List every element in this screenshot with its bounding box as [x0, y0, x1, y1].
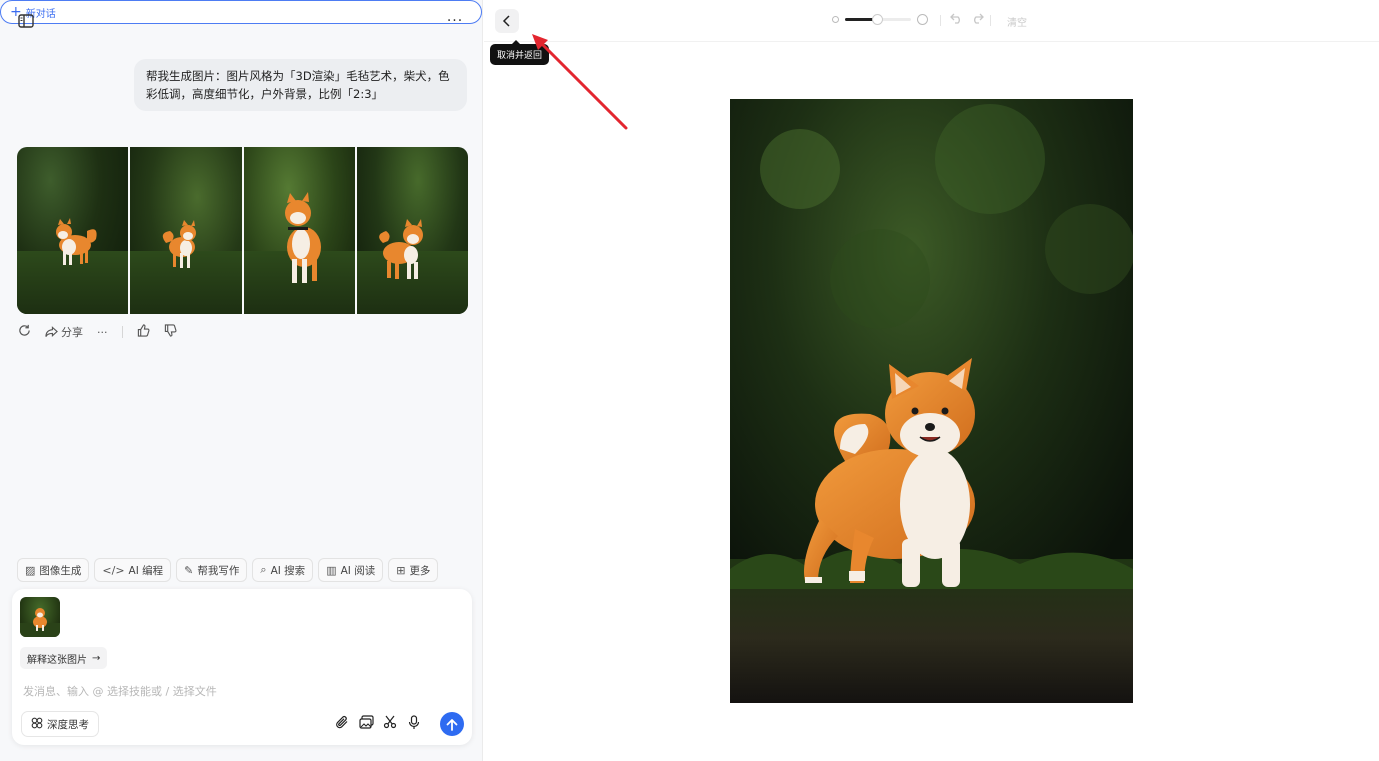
chip-more[interactable]: ⊞ 更多: [388, 558, 439, 582]
thumbs-down-icon[interactable]: [164, 324, 177, 340]
history-controls: [950, 13, 984, 28]
chip-label: 图像生成: [39, 564, 82, 577]
editor-toolbar: 取消并返回 清空: [484, 0, 1379, 65]
search-icon: ⌕: [260, 563, 267, 576]
image-icon: ▨: [25, 563, 36, 577]
chat-panel: + 新对话 ··· 帮我生成图片：图片风格为「3D渲染」毛毡艺术，柴犬，色彩低调…: [0, 0, 483, 761]
chip-label: AI 阅读: [340, 564, 376, 577]
generated-image[interactable]: [17, 147, 129, 314]
zoom-in-icon[interactable]: [917, 14, 928, 25]
sidebar-toggle-icon[interactable]: [14, 11, 38, 31]
attached-image-thumbnail[interactable]: [20, 597, 60, 637]
generated-image[interactable]: [130, 147, 242, 314]
generated-image[interactable]: [356, 147, 468, 314]
send-button[interactable]: [440, 712, 464, 736]
thumbs-up-icon[interactable]: [137, 324, 150, 340]
image-editor-panel: 取消并返回 清空: [484, 0, 1379, 761]
more-horizontal-icon[interactable]: ···: [97, 326, 108, 339]
shiba-illustration: [56, 218, 97, 265]
book-icon: ▥: [326, 563, 337, 577]
zoom-slider-handle[interactable]: [871, 14, 883, 25]
paperclip-icon[interactable]: [334, 714, 350, 730]
chip-label: AI 搜索: [270, 564, 306, 577]
send-arrow-icon: [446, 718, 458, 731]
undo-icon[interactable]: [950, 13, 963, 28]
divider: [990, 15, 991, 26]
chip-label: 更多: [409, 564, 431, 577]
more-horizontal-icon[interactable]: ···: [444, 12, 466, 30]
composer-tools: [334, 714, 422, 730]
chip-image-generation[interactable]: ▨ 图像生成: [17, 558, 90, 582]
shiba-illustration: [378, 219, 423, 279]
user-message-bubble: 帮我生成图片：图片风格为「3D渲染」毛毡艺术，柴犬，色彩低调，高度细节化，户外背…: [134, 59, 467, 111]
deep-think-button[interactable]: 深度思考: [21, 711, 99, 737]
chip-label: 帮我写作: [197, 564, 240, 577]
refresh-icon[interactable]: [18, 324, 31, 340]
chip-ai-search[interactable]: ⌕ AI 搜索: [252, 558, 314, 582]
grid-icon: ⊞: [396, 563, 406, 577]
generated-image-grid: [17, 147, 468, 314]
zoom-slider[interactable]: [845, 14, 911, 25]
image-library-icon[interactable]: [358, 714, 374, 730]
chevron-left-icon: [502, 15, 510, 27]
share-button[interactable]: 分享: [45, 324, 83, 340]
chip-ai-coding[interactable]: </> AI 编程: [94, 558, 172, 582]
chip-writing[interactable]: ✎ 帮我写作: [176, 558, 248, 582]
generated-image[interactable]: [243, 147, 355, 314]
scissors-icon[interactable]: [382, 714, 398, 730]
chip-label: AI 编程: [128, 564, 164, 577]
zoom-out-icon[interactable]: [832, 16, 839, 23]
deep-think-label: 深度思考: [47, 718, 89, 731]
divider: [940, 15, 941, 26]
share-icon: [45, 326, 58, 337]
arrow-right-icon: →: [92, 652, 101, 664]
message-input[interactable]: 发消息、输入 @ 选择技能或 / 选择文件: [23, 683, 217, 699]
explain-label: 解释这张图片: [27, 654, 87, 666]
skill-chip-bar: ▨ 图像生成 </> AI 编程 ✎ 帮我写作 ⌕ AI 搜索 ▥ AI 阅读 …: [17, 558, 439, 582]
message-actions: 分享 ···: [18, 323, 177, 341]
chip-ai-reading[interactable]: ▥ AI 阅读: [318, 558, 384, 582]
pen-icon: ✎: [184, 563, 194, 577]
redo-icon[interactable]: [971, 13, 984, 28]
clear-button[interactable]: 清空: [1007, 14, 1027, 29]
shiba-photo-illustration: [730, 99, 1133, 703]
deep-think-icon: [31, 717, 43, 732]
shiba-illustration: [20, 608, 60, 637]
zoom-control: [832, 14, 928, 25]
shiba-illustration: [163, 220, 197, 268]
share-label: 分享: [61, 326, 83, 339]
microphone-icon[interactable]: [406, 714, 422, 730]
message-composer: 解释这张图片 → 发消息、输入 @ 选择技能或 / 选择文件 深度思考: [12, 589, 472, 745]
back-button[interactable]: 取消并返回: [490, 9, 550, 65]
preview-image[interactable]: [730, 99, 1133, 703]
explain-image-button[interactable]: 解释这张图片 →: [20, 647, 108, 669]
divider: [121, 326, 123, 338]
code-icon: </>: [102, 563, 125, 577]
shiba-illustration: [284, 192, 321, 283]
back-tooltip: 取消并返回: [490, 40, 550, 65]
new-chat-button[interactable]: + 新对话: [0, 0, 482, 24]
